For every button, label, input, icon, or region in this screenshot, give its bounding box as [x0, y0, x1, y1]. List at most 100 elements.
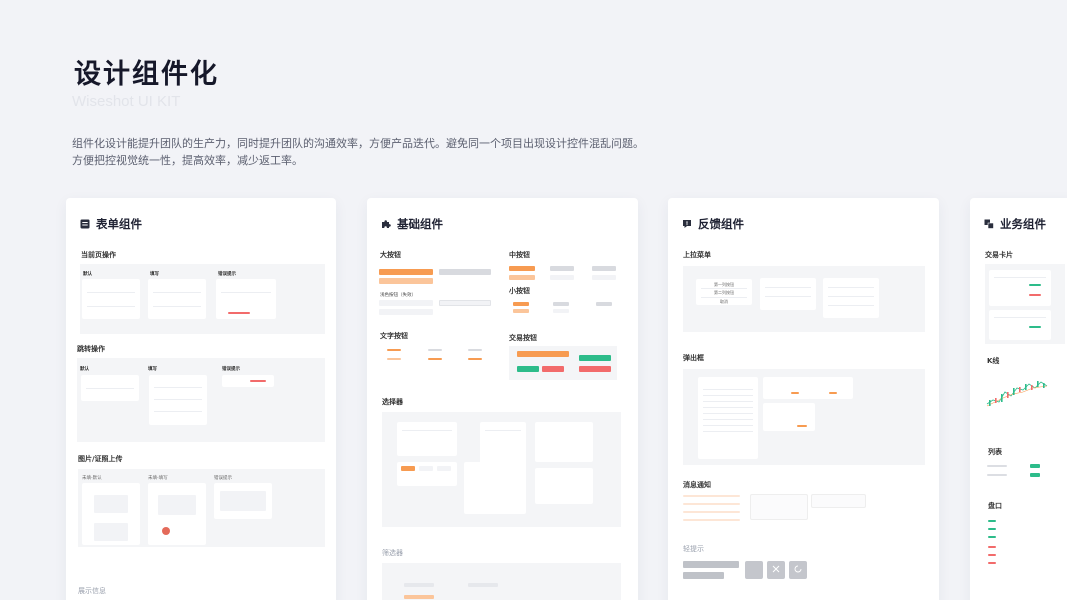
medium-button-6[interactable] [592, 275, 616, 280]
section-text-button: 文字按钮 [380, 332, 408, 340]
feedback-card-title: 反馈组件 [698, 217, 744, 231]
filter-chip-2[interactable] [404, 595, 434, 599]
selector-grid-1[interactable] [397, 462, 457, 486]
upload-slot-1[interactable] [82, 483, 140, 545]
section-upload: 图片/证照上传 [78, 455, 123, 463]
orderbook-bid-1 [988, 520, 996, 522]
selector-sheet-1[interactable] [397, 422, 457, 456]
large-button-disabled[interactable] [439, 269, 491, 275]
feedback-components-card[interactable]: 反馈组件 上拉菜单 第一列按钮 第二列按钮 取消 弹出框 消息通知 轻提示 [668, 198, 939, 600]
section-dropdown: 上拉菜单 [683, 251, 711, 259]
hero-subtitle: Wiseshot UI KIT [72, 93, 181, 110]
small-button-4[interactable] [513, 309, 529, 313]
small-button-3[interactable] [596, 302, 612, 306]
notice-line-2 [683, 503, 740, 505]
section-list: 列表 [988, 448, 1002, 456]
trade-card-panel [985, 264, 1065, 344]
small-button-2[interactable] [553, 302, 569, 306]
medium-button-3[interactable] [592, 266, 616, 271]
sheet-1-item-2[interactable]: 第二列按钮 [714, 290, 734, 296]
text-button-3[interactable] [428, 349, 442, 351]
text-button-5[interactable] [468, 349, 482, 351]
section-kline: K线 [987, 357, 1000, 365]
medium-button-1[interactable] [509, 266, 535, 271]
trade-card-1[interactable] [989, 270, 1051, 306]
small-button-1[interactable] [513, 302, 529, 306]
alert-icon [683, 220, 691, 228]
notice-line-1 [683, 495, 740, 497]
upload-slot-2[interactable] [148, 483, 206, 545]
sheet-1-cancel[interactable]: 取消 [720, 299, 728, 305]
trade-buy-button-2[interactable] [517, 366, 539, 372]
toast-dark-1 [683, 561, 739, 568]
col-label-error: 错误提示 [218, 272, 236, 277]
text-button-2[interactable] [387, 358, 401, 360]
section-small-button: 小按钮 [509, 287, 530, 295]
section-trade-button: 交易按钮 [509, 334, 537, 342]
form-mini-error [216, 279, 276, 319]
col-label-fill: 填写 [150, 272, 159, 277]
filter-chip-1[interactable] [404, 583, 434, 587]
light-button-1[interactable] [379, 300, 433, 306]
section-current-page: 当前页操作 [81, 251, 116, 259]
action-sheet-3[interactable] [823, 278, 879, 318]
trade-button-primary[interactable] [517, 351, 569, 357]
list-row-2-label [987, 474, 1007, 476]
jump-col-fill: 填写 [148, 367, 157, 372]
large-button-primary[interactable] [379, 269, 433, 275]
section-jump: 跳转操作 [77, 345, 105, 353]
section-orderbook: 盘口 [988, 502, 1002, 510]
medium-button-5[interactable] [550, 275, 574, 280]
trade-sell-button-1[interactable] [542, 366, 564, 372]
dialog-two-action[interactable] [763, 403, 815, 431]
section-dialog: 弹出框 [683, 354, 704, 362]
feedback-card-header: 反馈组件 [682, 216, 744, 232]
toast-dark-2 [683, 572, 724, 579]
business-card-header: 业务组件 [984, 216, 1046, 232]
kline-chart [986, 381, 1048, 407]
light-button-3[interactable] [439, 300, 491, 306]
hero-title: 设计组件化 [74, 59, 219, 90]
text-button-1[interactable] [387, 349, 401, 351]
form-components-card[interactable]: 表单组件 当前页操作 默认 填写 错误提示 跳转操作 默认 填写 错误提示 图片… [66, 198, 336, 600]
upload-slot-3[interactable] [214, 483, 272, 519]
action-sheet-1[interactable]: 第一列按钮 第二列按钮 取消 [696, 279, 752, 305]
toast-loading-icon [794, 565, 802, 573]
selector-sheet-3[interactable] [535, 422, 593, 462]
filter-chip-3[interactable] [468, 583, 498, 587]
light-button-2[interactable] [379, 309, 433, 315]
trade-buy-button-1[interactable] [579, 355, 611, 361]
list-row-1-badge [1030, 464, 1040, 468]
business-card-title: 业务组件 [1000, 217, 1046, 231]
small-button-5[interactable] [553, 309, 569, 313]
dialog-simple[interactable] [763, 377, 811, 399]
basic-components-card[interactable]: 基础组件 大按钮 浅色按钮（失效） 中按钮 小按钮 文字按钮 交易按钮 选择器 [367, 198, 638, 600]
selector-grid-3[interactable] [535, 468, 593, 504]
medium-button-2[interactable] [550, 266, 574, 271]
upload-label-error: 错误提示 [214, 476, 232, 481]
selector-grid-2[interactable] [464, 462, 526, 514]
notice-card-1[interactable] [750, 494, 808, 520]
list-row-2-badge [1030, 473, 1040, 477]
basic-card-title: 基础组件 [397, 217, 443, 231]
form-mini-default [82, 279, 140, 319]
text-button-6[interactable] [468, 358, 482, 360]
action-sheet-2[interactable] [760, 278, 816, 310]
trade-sell-button-2[interactable] [579, 366, 611, 372]
dialog-confirm[interactable] [809, 377, 853, 399]
large-button-hover[interactable] [379, 278, 433, 284]
business-components-card[interactable]: 业务组件 交易卡片 K线 列表 盘口 [970, 198, 1067, 600]
text-button-4[interactable] [428, 358, 442, 360]
section-toast: 轻提示 [683, 545, 704, 553]
jump-mini-fill [149, 375, 207, 425]
hero-description: 组件化设计能提升团队的生产力，同时提升团队的沟通效率，方便产品迭代。避免同一个项… [72, 135, 644, 169]
medium-button-4[interactable] [509, 275, 535, 280]
form-card-title: 表单组件 [96, 217, 142, 231]
orderbook-bid-2 [988, 528, 996, 530]
orderbook-ask-2 [988, 554, 996, 556]
notice-card-2[interactable] [811, 494, 866, 508]
dialog-long-text[interactable] [698, 377, 758, 459]
form-icon [80, 219, 90, 229]
toast-icon-box-1 [745, 561, 763, 579]
trade-card-2[interactable] [989, 310, 1051, 340]
